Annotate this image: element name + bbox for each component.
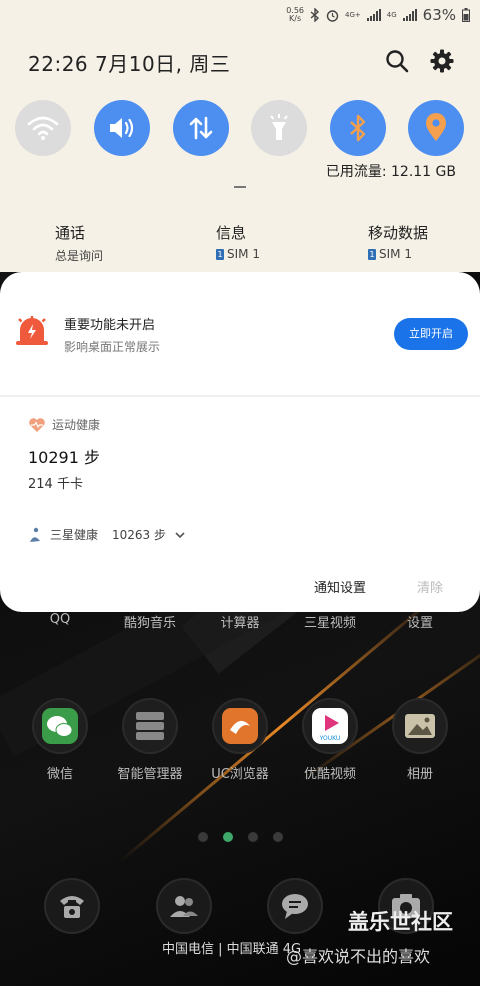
svg-text:YOUKU: YOUKU bbox=[319, 735, 341, 742]
flashlight-icon bbox=[270, 114, 288, 140]
data-arrows-icon bbox=[189, 116, 213, 140]
alarm-icon bbox=[326, 9, 339, 22]
notification-card: 重要功能未开启 影响桌面正常展示 立即开启 运动健康 10291 步 214 千… bbox=[0, 272, 480, 612]
samsung-health-steps: 10263 步 bbox=[112, 528, 167, 542]
smart-manager-icon bbox=[136, 712, 164, 740]
data-usage-label: 已用流量: 12.11 GB bbox=[325, 164, 456, 180]
notification-title: 重要功能未开启 bbox=[64, 318, 156, 333]
sim-badge: 1 bbox=[368, 248, 376, 260]
enable-now-button[interactable]: 立即开启 bbox=[394, 318, 468, 350]
sim-setting-value: 1 SIM 1 bbox=[368, 247, 412, 261]
clear-button[interactable]: 清除 bbox=[417, 577, 443, 596]
bluetooth-icon bbox=[310, 8, 320, 22]
app-smart-manager[interactable] bbox=[122, 698, 178, 754]
sim-setting-title: 信息 bbox=[216, 224, 247, 242]
sim-setting-value: 总是询问 bbox=[55, 249, 104, 263]
phone-icon bbox=[60, 896, 84, 918]
location-icon bbox=[426, 113, 446, 141]
message-icon bbox=[282, 894, 308, 919]
gear-icon[interactable] bbox=[429, 48, 455, 74]
alarm-bell-icon bbox=[16, 316, 48, 345]
wifi-icon bbox=[27, 116, 59, 140]
app-label-qq[interactable]: QQ bbox=[15, 612, 105, 627]
sim-setting-mobile-data[interactable]: 移动数据 1 SIM 1 bbox=[368, 222, 428, 261]
battery-percent: 63% bbox=[422, 6, 456, 24]
page-indicator-dot[interactable] bbox=[248, 832, 258, 842]
app-uc-browser[interactable] bbox=[212, 698, 268, 754]
bluetooth-toggle[interactable] bbox=[330, 100, 386, 156]
app-label-gallery[interactable]: 相册 bbox=[375, 763, 465, 782]
sim-badge: 1 bbox=[216, 248, 224, 260]
dock-contacts[interactable] bbox=[156, 878, 212, 934]
app-label-samsung-video[interactable]: 三星视频 bbox=[285, 612, 375, 631]
heart-icon bbox=[29, 417, 45, 432]
flashlight-toggle[interactable] bbox=[251, 100, 307, 156]
watermark-author: @喜欢说不出的喜欢 bbox=[286, 947, 431, 966]
app-label-calculator[interactable]: 计算器 bbox=[195, 612, 285, 631]
health-header[interactable]: 运动健康 bbox=[28, 416, 100, 433]
wifi-toggle[interactable] bbox=[15, 100, 71, 156]
page-indicator-dot[interactable] bbox=[198, 832, 208, 842]
location-toggle[interactable] bbox=[408, 100, 464, 156]
dock-messages[interactable] bbox=[267, 878, 323, 934]
sim-setting-calls[interactable]: 通话 总是询问 bbox=[55, 222, 103, 264]
samsung-health-row[interactable]: 三星健康 10263 步 bbox=[28, 526, 186, 543]
app-gallery[interactable] bbox=[392, 698, 448, 754]
sim-setting-title: 移动数据 bbox=[368, 224, 429, 242]
dock-phone[interactable] bbox=[44, 878, 100, 934]
search-icon[interactable] bbox=[384, 48, 410, 74]
signal-icon bbox=[366, 9, 381, 21]
signal-icon bbox=[402, 9, 417, 21]
app-label-wechat[interactable]: 微信 bbox=[15, 763, 105, 782]
page-indicator-dot-active[interactable] bbox=[223, 832, 233, 842]
notification-settings-button[interactable]: 通知设置 bbox=[314, 577, 366, 596]
quick-panel: 0.56 K/s 4G+ 4G 63% 22:26 7月10日, 周三 已用流量… bbox=[0, 0, 480, 272]
status-bar: 0.56 K/s 4G+ 4G 63% bbox=[286, 4, 470, 26]
app-label-uc-browser[interactable]: UC浏览器 bbox=[195, 763, 285, 782]
sim-setting-title: 通话 bbox=[55, 224, 86, 242]
calories: 214 千卡 bbox=[28, 477, 83, 492]
app-wechat[interactable] bbox=[32, 698, 88, 754]
app-label-smart-manager[interactable]: 智能管理器 bbox=[105, 763, 195, 782]
wechat-icon bbox=[42, 708, 78, 744]
samsung-health-label: 三星健康 bbox=[50, 528, 99, 542]
contacts-icon bbox=[170, 896, 198, 917]
chevron-down-icon[interactable] bbox=[174, 530, 186, 540]
sim-setting-value: 1 SIM 1 bbox=[216, 247, 260, 261]
youku-icon: YOUKU bbox=[312, 708, 348, 744]
notification-subtitle: 影响桌面正常展示 bbox=[64, 340, 161, 354]
sim-setting-messages[interactable]: 信息 1 SIM 1 bbox=[216, 222, 260, 261]
watermark-title: 盖乐世社区 bbox=[348, 910, 453, 934]
app-label-settings[interactable]: 设置 bbox=[375, 612, 465, 631]
gallery-icon bbox=[405, 714, 435, 738]
uc-browser-icon bbox=[222, 708, 258, 744]
network-type-1: 4G+ bbox=[345, 11, 361, 19]
battery-icon bbox=[462, 8, 470, 22]
app-label-kugou[interactable]: 酷狗音乐 bbox=[105, 612, 195, 631]
sound-toggle[interactable] bbox=[94, 100, 150, 156]
card-divider bbox=[0, 395, 480, 397]
step-count: 10291 步 bbox=[28, 448, 100, 467]
panel-handle[interactable] bbox=[234, 186, 246, 188]
bluetooth-icon bbox=[350, 114, 366, 142]
app-label-youku[interactable]: 优酷视频 bbox=[285, 763, 375, 782]
page-indicator-dot[interactable] bbox=[273, 832, 283, 842]
date-time: 22:26 7月10日, 周三 bbox=[28, 52, 231, 76]
mobile-data-toggle[interactable] bbox=[173, 100, 229, 156]
runner-icon bbox=[30, 527, 40, 542]
app-youku[interactable]: YOUKU bbox=[302, 698, 358, 754]
network-type-2: 4G bbox=[386, 11, 397, 19]
health-app-name: 运动健康 bbox=[52, 418, 101, 432]
speaker-icon bbox=[110, 118, 134, 138]
network-speed: 0.56 K/s bbox=[286, 6, 305, 23]
carrier-label: 中国电信 | 中国联通 4G bbox=[162, 942, 302, 957]
